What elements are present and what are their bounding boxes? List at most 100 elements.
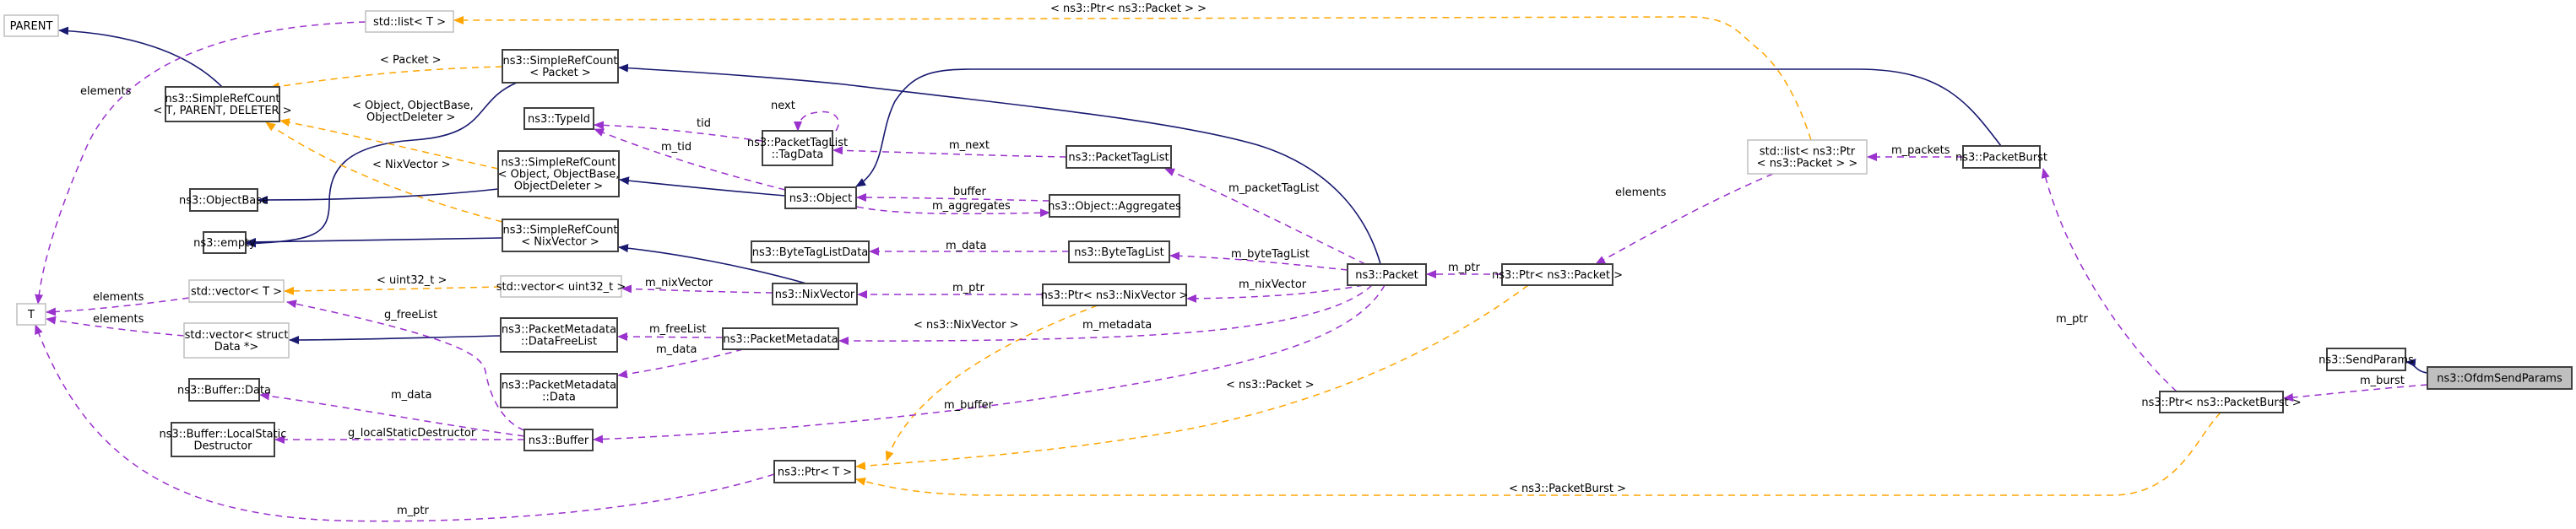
edge-label: m_tid bbox=[661, 141, 691, 154]
edge-inherit-packet-srcpacket bbox=[618, 63, 1381, 265]
node-label: ns3::ObjectBase bbox=[179, 195, 268, 208]
node-label: ns3::TypeId bbox=[528, 113, 590, 126]
class-node-buffer-data[interactable]: ns3::Buffer::Data bbox=[177, 378, 271, 402]
edge-templ-listptrpacket-stdlist bbox=[453, 15, 1812, 141]
edge-label: < ns3::Packet > bbox=[1226, 379, 1315, 391]
edge-member-tagdata-typeid bbox=[594, 121, 763, 142]
class-node-nixvector[interactable]: ns3::NixVector bbox=[772, 283, 858, 305]
node-label: Destructor bbox=[193, 440, 252, 453]
node-label: ::DataFreeList bbox=[521, 336, 597, 348]
edge-label: < Packet > bbox=[380, 54, 442, 67]
node-label: ns3::ByteTagList bbox=[1074, 246, 1163, 259]
class-node-ptr-packetburst[interactable]: ns3::Ptr< ns3::PacketBurst > bbox=[2141, 391, 2302, 413]
node-label: ns3::SimpleRefCount bbox=[165, 93, 279, 105]
node-label: ns3::NixVector bbox=[775, 289, 855, 301]
class-node-localstatic[interactable]: ns3::Buffer::LocalStaticDestructor bbox=[160, 422, 287, 457]
class-node-datafreelist[interactable]: ns3::PacketMetadata::DataFreeList bbox=[500, 317, 618, 353]
edge-member-stdlist-t bbox=[35, 21, 366, 305]
edge-label: < ns3::NixVector > bbox=[914, 319, 1019, 332]
class-node-buffer[interactable]: ns3::Buffer bbox=[523, 429, 594, 451]
class-node-bytetaglistdata[interactable]: ns3::ByteTagListData bbox=[751, 240, 870, 263]
class-node-ptr-t[interactable]: ns3::Ptr< T > bbox=[773, 460, 856, 483]
node-label: std::list< ns3::Ptr bbox=[1760, 146, 1856, 159]
edge-label: buffer bbox=[953, 186, 986, 198]
node-label: ::Data bbox=[542, 391, 576, 404]
class-node-src-t-parent-deleter[interactable]: ns3::SimpleRefCount< T, PARENT, DELETER … bbox=[153, 86, 292, 122]
edge-label: m_nixVector bbox=[1239, 278, 1307, 291]
edge-label: m_ptr bbox=[952, 282, 985, 294]
edge-label: < NixVector > bbox=[372, 159, 451, 171]
node-label: ns3::PacketBurst bbox=[1955, 152, 2047, 165]
class-node-object[interactable]: ns3::Object bbox=[784, 186, 857, 209]
edge-label: elements bbox=[93, 291, 144, 304]
node-label: ns3::SendParams bbox=[2318, 354, 2414, 367]
edge-label: m_data bbox=[656, 343, 697, 356]
class-node-t[interactable]: T bbox=[16, 303, 46, 326]
class-node-src-object[interactable]: ns3::SimpleRefCount< Object, ObjectBase,… bbox=[497, 150, 620, 197]
edge-member-ptrburst-packetburst bbox=[2041, 168, 2177, 392]
class-node-packetmetadata[interactable]: ns3::PacketMetadata bbox=[722, 327, 839, 350]
edge-label: m_data bbox=[391, 389, 431, 402]
edge-label: m_packetTagList bbox=[1228, 182, 1319, 195]
node-label: ns3::Ptr< T > bbox=[778, 467, 852, 479]
node-label: ObjectDeleter > bbox=[514, 181, 603, 193]
class-node-src-nixvector[interactable]: ns3::SimpleRefCount< NixVector > bbox=[502, 219, 619, 252]
edge-member-ofdm-ptrburst bbox=[2283, 384, 2428, 402]
class-node-std-list-t[interactable]: std::list< T > bbox=[365, 10, 454, 33]
edge-label: next bbox=[771, 100, 795, 112]
edge-label: m_byteTagList bbox=[1231, 248, 1310, 261]
class-node-bytetaglist[interactable]: ns3::ByteTagList bbox=[1068, 240, 1170, 263]
node-label: < NixVector > bbox=[521, 236, 599, 249]
edge-label: g_freeList bbox=[384, 309, 437, 321]
edge-member-tagdata-next bbox=[794, 111, 839, 132]
edge-label: m_ptr bbox=[397, 505, 430, 517]
node-label: ns3::SimpleRefCount bbox=[501, 157, 616, 170]
node-label: T bbox=[27, 309, 35, 321]
edge-label: m_buffer bbox=[944, 399, 994, 412]
class-node-packet[interactable]: ns3::Packet bbox=[1347, 263, 1427, 286]
class-node-ptr-packet[interactable]: ns3::Ptr< ns3::Packet > bbox=[1492, 263, 1623, 286]
edge-templ-stdvecuint-stdvect bbox=[284, 286, 502, 295]
class-node-sendparams[interactable]: ns3::SendParams bbox=[2318, 348, 2414, 371]
class-node-typeid[interactable]: ns3::TypeId bbox=[523, 107, 594, 130]
edge-label: elements bbox=[80, 85, 132, 98]
class-node-ptr-nixvector[interactable]: ns3::Ptr< ns3::NixVector > bbox=[1041, 283, 1189, 306]
class-node-objectbase[interactable]: ns3::ObjectBase bbox=[179, 188, 268, 212]
node-label: ns3::Object::Aggregates bbox=[1048, 201, 1181, 213]
node-label: ns3::empty bbox=[193, 237, 256, 250]
class-node-std-vector-uint32[interactable]: std::vector< uint32_t > bbox=[496, 275, 626, 298]
node-label: ns3::Ptr< ns3::Packet > bbox=[1492, 269, 1623, 282]
class-node-std-vector-t[interactable]: std::vector< T > bbox=[188, 279, 285, 303]
edge-inherit-srcnix-srcgeneric bbox=[265, 121, 503, 223]
node-label: ns3::ByteTagListData bbox=[752, 246, 869, 259]
node-label: ns3::Ptr< ns3::NixVector > bbox=[1041, 289, 1189, 302]
node-label: ns3::Buffer::Data bbox=[177, 385, 271, 397]
class-node-ofdmsendparams[interactable]: ns3::OfdmSendParams bbox=[2427, 366, 2573, 390]
class-node-parent[interactable]: PARENT bbox=[3, 14, 59, 37]
class-node-packetburst[interactable]: ns3::PacketBurst bbox=[1955, 145, 2047, 169]
node-label: std::vector< T > bbox=[191, 286, 282, 299]
collaboration-diagram: elements < Packet > < Object, ObjectBase… bbox=[3, 3, 2573, 522]
class-node-metadata-data[interactable]: ns3::PacketMetadata::Data bbox=[500, 373, 618, 408]
edge-label: < Object, ObjectBase, bbox=[352, 100, 474, 112]
edge-label: m_metadata bbox=[1082, 319, 1152, 332]
edge-label: m_data bbox=[946, 240, 986, 252]
edge-label: m_nixVector bbox=[645, 277, 713, 289]
node-label: < Packet > bbox=[529, 67, 591, 79]
node-label: ns3::OfdmSendParams bbox=[2437, 373, 2562, 386]
edge-label: < uint32_t > bbox=[377, 274, 447, 287]
edge-inherit-srcgeneric-parent bbox=[58, 26, 223, 88]
node-label: ns3::Packet bbox=[1355, 269, 1418, 282]
class-node-src-packet[interactable]: ns3::SimpleRefCount< Packet > bbox=[502, 49, 619, 84]
class-node-std-list-ptr-packet[interactable]: std::list< ns3::Ptr< ns3::Packet > > bbox=[1747, 139, 1868, 175]
edge-label: m_freeList bbox=[649, 323, 707, 336]
class-node-std-vector-data[interactable]: std::vector< structData *> bbox=[183, 322, 290, 359]
class-node-aggregates[interactable]: ns3::Object::Aggregates bbox=[1048, 194, 1181, 218]
edge-inherit-srcpacket-srcgeneric bbox=[269, 66, 503, 91]
node-label: PARENT bbox=[10, 20, 53, 33]
class-node-empty[interactable]: ns3::empty bbox=[193, 231, 256, 254]
node-label: ns3::PacketMetadata bbox=[502, 380, 616, 392]
node-label: ns3::PacketMetadata bbox=[502, 324, 616, 337]
class-node-packettaglist[interactable]: ns3::PacketTagList bbox=[1066, 145, 1172, 169]
class-node-tagdata[interactable]: ns3::PacketTagList::TagData bbox=[747, 130, 848, 166]
